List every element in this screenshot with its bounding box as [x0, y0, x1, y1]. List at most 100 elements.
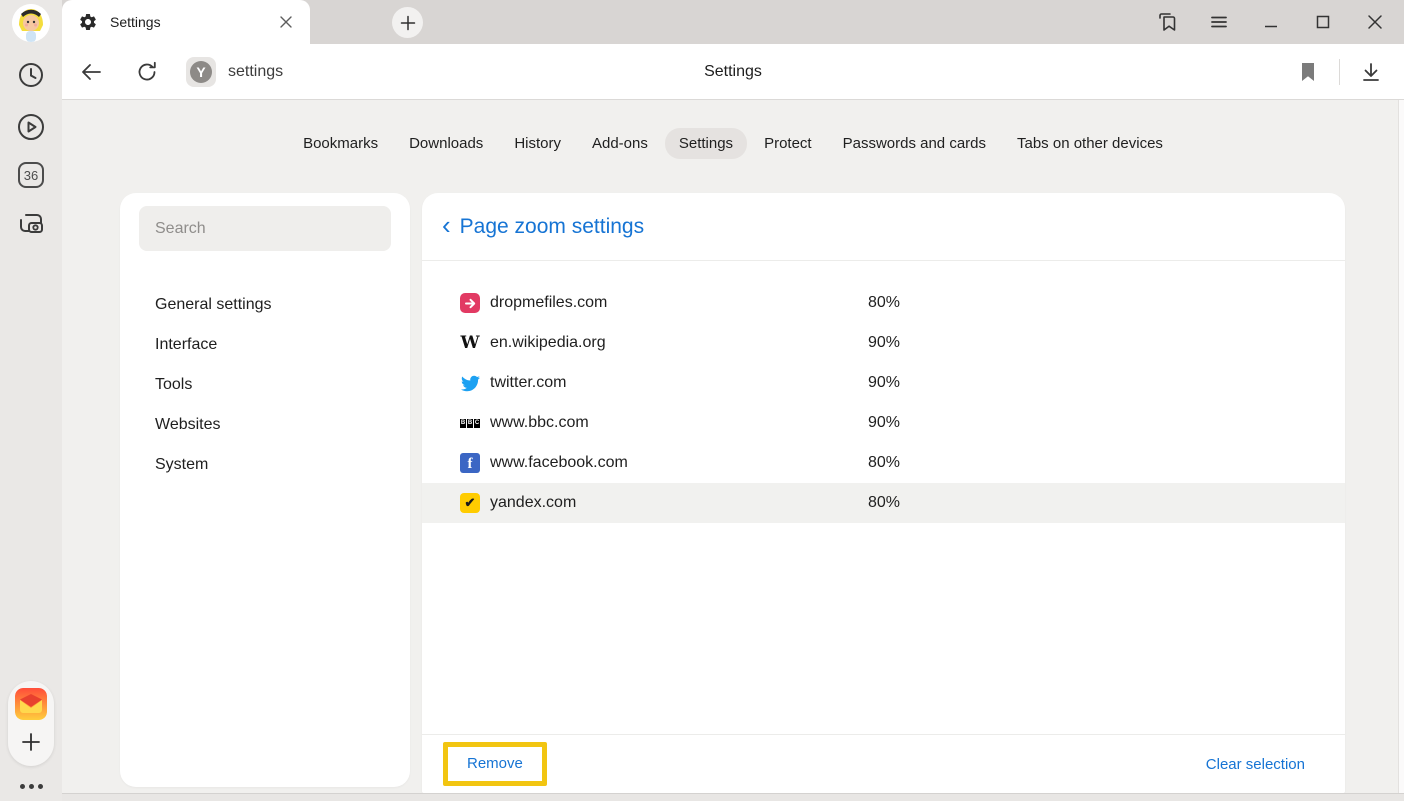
profile-avatar[interactable] — [12, 4, 50, 42]
nav-downloads[interactable]: Downloads — [395, 128, 497, 159]
menu-button[interactable] — [1204, 7, 1234, 37]
zoom-row-twitter[interactable]: twitter.com 90% — [422, 363, 1345, 403]
close-icon — [1367, 14, 1383, 30]
media-play-sidebar-button[interactable] — [14, 110, 48, 144]
category-system[interactable]: System — [120, 445, 410, 485]
plus-icon — [20, 731, 42, 753]
tabs-count: 36 — [24, 168, 38, 183]
avatar-illustration — [12, 4, 50, 42]
clock-icon — [17, 61, 45, 89]
toolbar-right-group — [1291, 55, 1388, 89]
reload-icon — [135, 60, 159, 84]
site-identity-badge[interactable]: Y — [186, 57, 216, 87]
zoom-value: 80% — [868, 294, 900, 312]
zoom-site-list: dropmefiles.com 80% W en.wikipedia.org 9… — [422, 261, 1345, 523]
nav-other-devices[interactable]: Tabs on other devices — [1003, 128, 1177, 159]
close-icon — [280, 16, 292, 28]
maximize-icon — [1315, 14, 1331, 30]
tab-title: Settings — [110, 14, 276, 30]
chevron-left-icon: ‹ — [442, 212, 451, 238]
toolbar-divider — [1339, 59, 1340, 85]
remove-button-highlight: Remove — [443, 742, 547, 786]
yandex-favicon: ✔ — [460, 493, 480, 513]
site-name: www.facebook.com — [490, 454, 628, 472]
browser-tab-settings[interactable]: Settings — [62, 0, 310, 44]
category-interface[interactable]: Interface — [120, 325, 410, 365]
tabs-counter-button[interactable]: 36 — [18, 162, 44, 188]
bookmark-icon — [1299, 62, 1317, 82]
wikipedia-favicon: W — [460, 333, 480, 353]
zoom-row-yandex[interactable]: ✔ yandex.com 80% — [422, 483, 1345, 523]
back-arrow-icon — [78, 59, 104, 85]
zoom-row-bbc[interactable]: BBC www.bbc.com 90% — [422, 403, 1345, 443]
clear-selection-button[interactable]: Clear selection — [1206, 756, 1305, 773]
back-button[interactable] — [74, 55, 108, 89]
nav-protect[interactable]: Protect — [750, 128, 826, 159]
yandex-mail-button[interactable] — [15, 688, 47, 720]
dropmefiles-favicon — [460, 293, 480, 313]
category-websites[interactable]: Websites — [120, 405, 410, 445]
remove-button[interactable]: Remove — [467, 755, 523, 772]
sidebar-add-button[interactable] — [17, 728, 45, 756]
zoom-value: 80% — [868, 494, 900, 512]
zoom-value: 90% — [868, 374, 900, 392]
zoom-value: 80% — [868, 454, 900, 472]
screenshot-sidebar-button[interactable] — [14, 206, 48, 240]
panels-button[interactable] — [1152, 7, 1182, 37]
zoom-list-footer: Remove Clear selection — [422, 734, 1345, 793]
search-input[interactable] — [139, 206, 391, 251]
site-name: twitter.com — [490, 374, 566, 392]
sidebar-more-button[interactable] — [20, 784, 43, 789]
zoom-value: 90% — [868, 334, 900, 352]
zoom-row-wikipedia[interactable]: W en.wikipedia.org 90% — [422, 323, 1345, 363]
facebook-favicon: f — [460, 453, 480, 473]
yandex-logo-icon: Y — [190, 61, 212, 83]
window-bottom-edge — [62, 793, 1404, 801]
window-controls — [1152, 0, 1390, 44]
scrollbar-track[interactable] — [1398, 100, 1404, 793]
new-tab-button[interactable] — [392, 7, 423, 38]
twitter-favicon — [460, 373, 480, 393]
site-name: yandex.com — [490, 494, 576, 512]
reload-button[interactable] — [130, 55, 164, 89]
nav-bookmarks[interactable]: Bookmarks — [289, 128, 392, 159]
site-name: en.wikipedia.org — [490, 334, 606, 352]
play-icon — [16, 112, 46, 142]
page-title: Page zoom settings — [460, 215, 644, 239]
hamburger-icon — [1209, 12, 1229, 32]
plus-icon — [400, 15, 416, 31]
page-zoom-back-header[interactable]: ‹ Page zoom settings — [422, 193, 1345, 261]
settings-page: Bookmarks Downloads History Add-ons Sett… — [62, 100, 1404, 801]
nav-passwords[interactable]: Passwords and cards — [829, 128, 1000, 159]
browser-toolbar: Y settings Settings — [62, 44, 1404, 100]
close-window-button[interactable] — [1360, 7, 1390, 37]
minimize-button[interactable] — [1256, 7, 1286, 37]
category-general-settings[interactable]: General settings — [120, 285, 410, 325]
zoom-row-dropmefiles[interactable]: dropmefiles.com 80% — [422, 283, 1345, 323]
minimize-icon — [1263, 14, 1279, 30]
settings-categories-panel: General settings Interface Tools Website… — [120, 193, 410, 787]
tab-close-button[interactable] — [276, 12, 296, 32]
maximize-button[interactable] — [1308, 7, 1338, 37]
address-bar-text[interactable]: settings — [228, 63, 283, 81]
settings-top-nav: Bookmarks Downloads History Add-ons Sett… — [62, 128, 1404, 159]
quick-launch-pill — [8, 681, 54, 766]
history-sidebar-button[interactable] — [14, 58, 48, 92]
download-icon — [1360, 61, 1382, 83]
zoom-value: 90% — [868, 414, 900, 432]
gear-icon — [78, 12, 98, 32]
page-zoom-settings-card: ‹ Page zoom settings dropmefiles.com 80%… — [422, 193, 1345, 793]
category-tools[interactable]: Tools — [120, 365, 410, 405]
nav-history[interactable]: History — [500, 128, 575, 159]
browser-sidebar: 36 — [0, 0, 62, 801]
bookmark-page-button[interactable] — [1291, 55, 1325, 89]
site-name: www.bbc.com — [490, 414, 589, 432]
downloads-button[interactable] — [1354, 55, 1388, 89]
nav-addons[interactable]: Add-ons — [578, 128, 662, 159]
screenshot-camera-icon — [16, 208, 46, 238]
settings-category-list: General settings Interface Tools Website… — [120, 285, 410, 485]
mail-icon — [15, 688, 47, 720]
zoom-row-facebook[interactable]: f www.facebook.com 80% — [422, 443, 1345, 483]
nav-settings[interactable]: Settings — [665, 128, 747, 159]
bbc-favicon: BBC — [460, 413, 480, 433]
